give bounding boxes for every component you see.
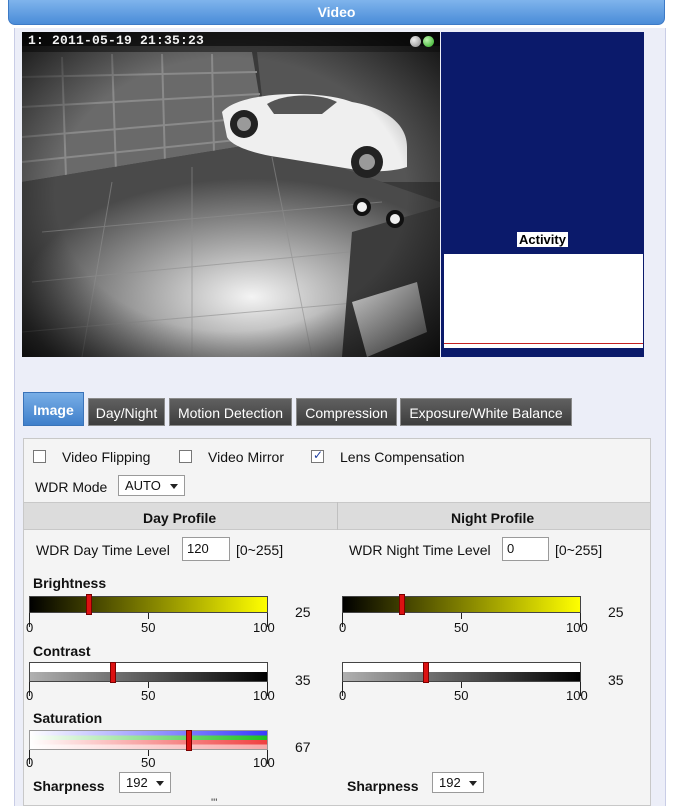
night-profile-title: Night Profile [451,510,535,526]
page-title: Video [317,4,356,20]
day-brightness-slider-track[interactable] [29,596,268,613]
day-brightness-slider-handle[interactable] [85,594,92,615]
wdr-night-level-input[interactable]: 0 [502,537,549,561]
brightness-label: Brightness [33,575,107,591]
contrast-label: Contrast [33,643,91,659]
footer-mark: ''' [211,797,218,809]
tab-day-night[interactable]: Day/Night [88,398,165,426]
activity-title: Activity [517,232,568,247]
night-contrast-value: 35 [608,672,624,688]
saturation-slider-track[interactable] [29,730,268,750]
scale-line [148,613,149,619]
tab-image[interactable]: Image [23,392,84,426]
wdr-day-level-label: WDR Day Time Level [36,542,170,558]
scale-max-label: 100 [566,688,588,703]
scale-max-label: 100 [253,688,275,703]
day-sharpness-select[interactable]: 192 [119,772,171,793]
scale-max-label: 100 [253,755,275,770]
lens-compensation-label: Lens Compensation [340,449,465,465]
night-brightness-slider-handle[interactable] [398,594,405,615]
chevron-down-icon [156,781,164,786]
night-sharpness-label: Sharpness [347,778,419,794]
day-contrast-value: 35 [295,672,311,688]
chevron-down-icon [469,781,477,786]
night-brightness-value: 25 [608,604,624,620]
night-contrast-slider-handle[interactable] [422,662,429,683]
night-contrast-slider-track[interactable] [342,662,581,682]
day-contrast-slider-handle[interactable] [109,662,116,683]
video-mirror-checkbox[interactable] [179,450,192,463]
night-sharpness-value: 192 [439,775,461,790]
day-profile-title: Day Profile [143,510,217,526]
activity-graph: Activity [443,229,644,357]
scale-mid-label: 50 [141,688,156,703]
day-contrast-slider-track[interactable] [29,662,268,682]
video-flipping-checkbox[interactable] [33,450,46,463]
activity-level-line [444,343,643,344]
day-sharpness-label: Sharpness [33,778,105,794]
lens-compensation-checkbox[interactable] [311,448,324,463]
night-brightness-slider-track[interactable] [342,596,581,613]
video-timestamp-overlay: 1: 2011-05-19 21:35:23 [28,33,205,48]
scale-max-label: 100 [253,620,275,635]
video-mirror-label: Video Mirror [208,449,284,465]
day-brightness-value: 25 [295,604,311,620]
wdr-mode-select[interactable]: AUTO [118,475,185,496]
day-sharpness-value: 192 [126,775,148,790]
status-light-grey-icon [410,36,421,47]
scale-mid-label: 50 [454,688,469,703]
saturation-value: 67 [295,739,311,755]
wdr-mode-value: AUTO [125,478,161,493]
scale-mid-label: 50 [141,755,156,770]
scale-min-label: 0 [26,755,34,770]
wdr-day-level-input[interactable]: 120 [182,537,230,561]
scale-min-label: 0 [339,688,347,703]
activity-header: Activity [444,230,643,254]
saturation-label: Saturation [33,710,103,726]
night-sharpness-select[interactable]: 192 [432,772,484,793]
status-light-green-icon [423,36,434,47]
video-flipping-label: Video Flipping [62,449,151,465]
scale-mid-label: 50 [454,620,469,635]
wdr-night-level-range: [0~255] [555,542,603,558]
scale-min-label: 0 [339,620,347,635]
wdr-night-level-label: WDR Night Time Level [349,542,491,558]
camera-video-view[interactable]: 1: 2011-05-19 21:35:23 [22,32,440,357]
tab-compression[interactable]: Compression [296,398,397,426]
scale-mid-label: 50 [141,620,156,635]
tab-exposure-white-balance[interactable]: Exposure/White Balance [400,398,572,426]
tab-motion-detection[interactable]: Motion Detection [169,398,292,426]
activity-footer [444,348,643,357]
wdr-day-level-range: [0~255] [236,542,284,558]
wdr-mode-label: WDR Mode [35,479,108,495]
chevron-down-icon [170,484,178,489]
scale-line [461,613,462,619]
video-frame-image [22,32,440,357]
scale-min-label: 0 [26,688,34,703]
scale-max-label: 100 [566,620,588,635]
profile-divider [337,502,338,530]
saturation-slider-handle[interactable] [186,730,193,751]
page-title-bar: Video [8,0,665,25]
scale-min-label: 0 [26,620,34,635]
